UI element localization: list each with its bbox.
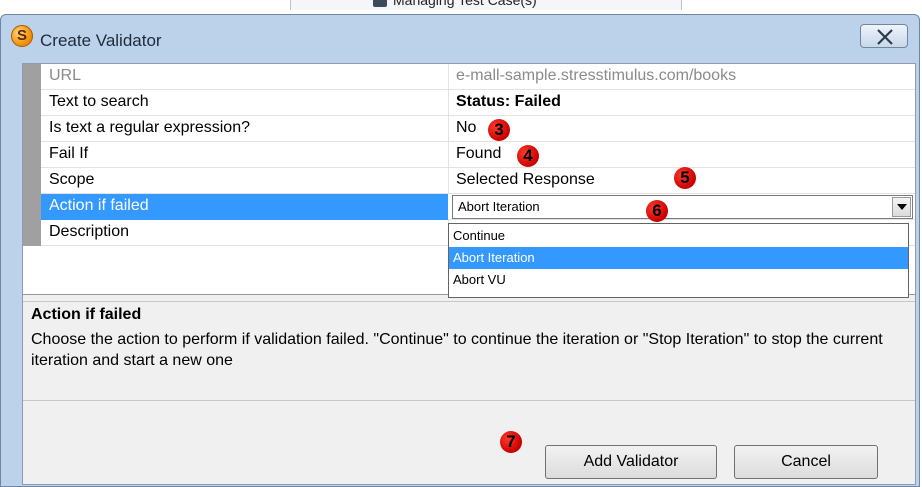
property-value: Selected Response xyxy=(456,171,595,188)
property-name: URL xyxy=(49,67,82,84)
property-value: Found xyxy=(456,145,502,162)
app-logo-icon: S xyxy=(11,25,33,47)
property-value: e-mall-sample.stresstimulus.com/books xyxy=(456,67,737,84)
dropdown-button[interactable] xyxy=(892,197,911,217)
property-value: Status: Failed xyxy=(456,93,561,110)
close-x-icon xyxy=(877,29,893,45)
dropdown-option-continue[interactable]: Continue xyxy=(449,225,908,247)
property-value: No xyxy=(456,119,477,136)
help-title: Action if failed xyxy=(31,306,142,323)
chevron-down-icon xyxy=(897,204,907,210)
property-name: Fail If xyxy=(49,145,89,162)
grid-row-url[interactable]: URL e-mall-sample.stresstimulus.com/book… xyxy=(23,64,915,90)
dropdown-option-abort-iteration[interactable]: Abort Iteration xyxy=(449,247,908,269)
background-window-fragment: Managing Test Case(s) xyxy=(290,0,682,10)
property-name: Description xyxy=(49,223,130,240)
grid-row-scope[interactable]: Scope Selected Response xyxy=(23,168,915,194)
action-if-failed-combobox[interactable]: Abort Iteration xyxy=(452,195,913,219)
help-description: Choose the action to perform if validati… xyxy=(31,331,883,369)
add-validator-button[interactable]: Add Validator xyxy=(545,445,717,479)
grid-row-regex[interactable]: Is text a regular expression? No xyxy=(23,116,915,142)
property-name: Scope xyxy=(49,171,95,188)
step-marker-3: 3 xyxy=(488,119,510,141)
grid-row-fail-if[interactable]: Fail If Found xyxy=(23,142,915,168)
step-marker-6: 6 xyxy=(646,200,668,222)
step-marker-4: 4 xyxy=(517,145,539,167)
cancel-button[interactable]: Cancel xyxy=(734,445,878,479)
help-panel: Action if failed Choose the action to pe… xyxy=(23,301,915,401)
background-tree-item: Managing Test Case(s) xyxy=(393,0,537,8)
property-name: Text to search xyxy=(49,93,149,110)
property-name: Is text a regular expression? xyxy=(49,119,250,136)
grid-row-action-if-failed[interactable]: Action if failed Abort Iteration xyxy=(23,194,915,220)
close-button[interactable] xyxy=(860,24,908,48)
dialog-title: Create Validator xyxy=(40,31,162,50)
dropdown-option-abort-vu[interactable]: Abort VU xyxy=(449,269,908,291)
step-marker-7: 7 xyxy=(500,431,522,453)
grid-row-text-to-search[interactable]: Text to search Status: Failed xyxy=(23,90,915,116)
property-name: Action if failed xyxy=(49,197,149,214)
test-case-icon xyxy=(373,0,387,7)
step-marker-5: 5 xyxy=(674,167,696,189)
combobox-value: Abort Iteration xyxy=(458,199,540,214)
action-dropdown-list[interactable]: Continue Abort Iteration Abort VU xyxy=(448,223,909,298)
